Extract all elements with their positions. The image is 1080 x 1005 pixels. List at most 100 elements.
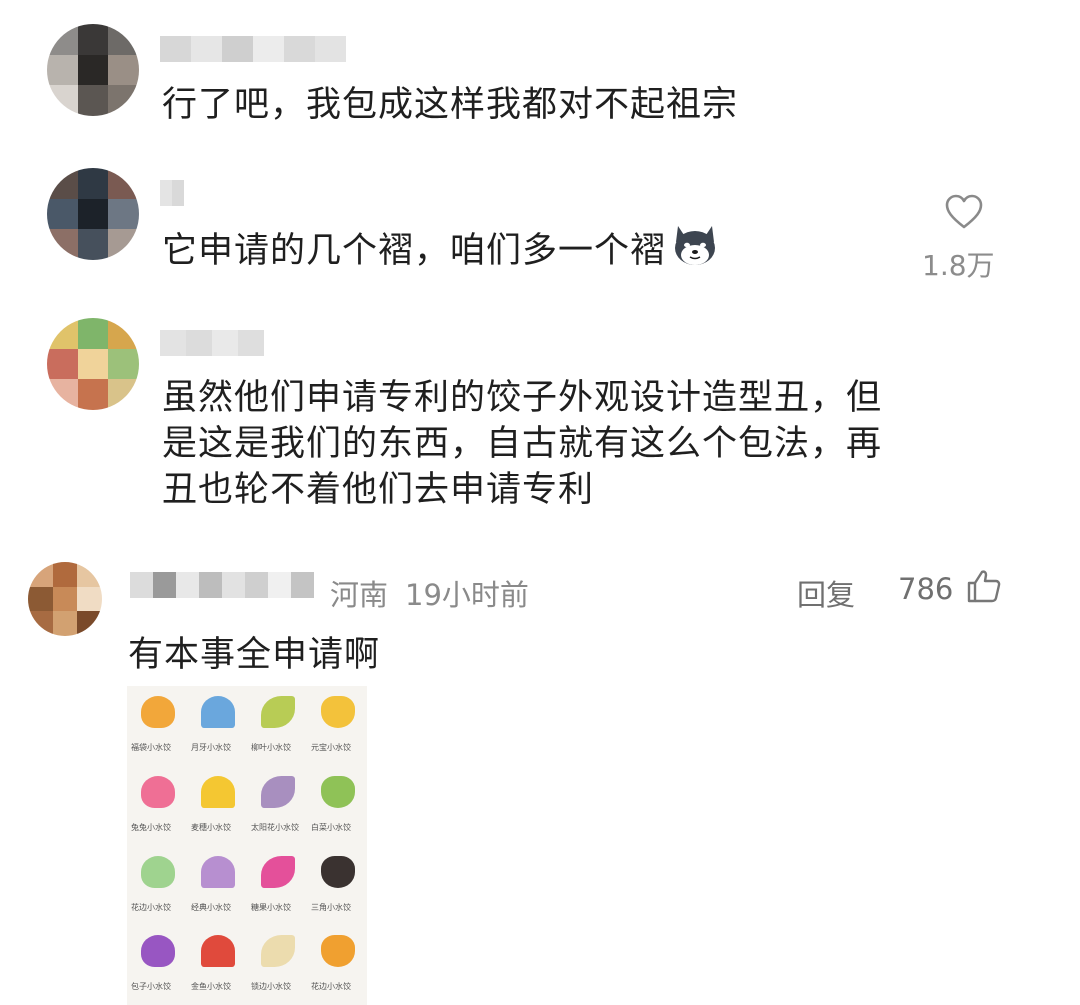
commenter-4-name-blurred[interactable] — [130, 572, 314, 598]
dumpling-shape — [141, 935, 175, 968]
commenter-1-avatar[interactable] — [47, 24, 139, 116]
avatar-pixel — [77, 229, 109, 260]
dumpling-shape — [261, 935, 295, 968]
dumpling-caption: 花边小水饺 — [311, 982, 351, 992]
avatar-pixel — [47, 168, 78, 199]
name-blur-block — [191, 36, 222, 62]
avatar-pixel — [28, 611, 53, 636]
dumpling-shape — [141, 775, 175, 808]
avatar-pixel — [108, 85, 139, 116]
name-blur-block — [160, 180, 172, 206]
avatar-pixel — [77, 379, 109, 410]
comment-4-text: 有本事全申请啊 — [128, 635, 381, 675]
dumpling-caption: 福袋小水饺 — [131, 743, 171, 752]
avatar-pixel — [108, 54, 139, 86]
dumpling-cell: 太阳花小水饺 — [247, 765, 307, 846]
avatar-pixel — [77, 198, 109, 230]
name-blur-block — [245, 572, 268, 598]
commenter-1-name-blurred[interactable] — [160, 36, 346, 62]
dumpling-cell: 花边小水饺 — [127, 845, 187, 926]
dumpling-caption: 糖果小水饺 — [251, 902, 291, 912]
dumpling-shape — [201, 775, 235, 808]
comment-3-text-line: 丑也轮不着他们去申请专利 — [162, 470, 595, 510]
commenter-3-name-blurred[interactable] — [160, 330, 264, 356]
name-blur-block — [222, 36, 253, 62]
like-count: 786 — [898, 572, 954, 606]
dumpling-cell: 白菜小水饺 — [307, 765, 367, 846]
commenter-4-avatar[interactable] — [28, 562, 102, 636]
avatar-pixel — [77, 586, 102, 612]
avatar-pixel — [47, 198, 78, 230]
avatar-pixel — [77, 168, 109, 199]
like-button[interactable] — [945, 194, 985, 234]
dumpling-cell: 柳叶小水饺 — [247, 686, 307, 766]
avatar-pixel — [28, 586, 53, 612]
name-blur-block — [160, 36, 191, 62]
avatar-pixel — [47, 229, 78, 260]
dumpling-shape — [321, 775, 355, 808]
avatar-pixel — [108, 229, 139, 260]
name-blur-block — [212, 330, 238, 356]
dumpling-cell: 元宝小水饺 — [307, 686, 367, 766]
comment-2-text-content: 它申请的几个褶，咱们多一个褶 — [162, 231, 667, 271]
avatar-pixel — [77, 54, 109, 86]
dumpling-caption: 金鱼小水饺 — [191, 982, 231, 992]
avatar-pixel — [108, 348, 139, 380]
dumpling-cell: 兔兔小水饺 — [127, 765, 187, 846]
dumpling-cell: 锁边小水饺 — [247, 925, 307, 1005]
dumpling-caption: 月牙小水饺 — [191, 743, 231, 752]
dumpling-cell: 福袋小水饺 — [127, 686, 187, 766]
avatar-pixel — [77, 348, 109, 380]
avatar-pixel — [52, 586, 78, 612]
dumpling-cell: 月牙小水饺 — [187, 686, 247, 766]
dumpling-shape — [141, 855, 175, 888]
avatar-pixel — [47, 54, 78, 86]
avatar-pixel — [108, 198, 139, 230]
name-blur-block — [253, 36, 284, 62]
dumpling-caption: 经典小水饺 — [191, 902, 231, 912]
dumpling-shape — [141, 696, 175, 728]
dumpling-shape — [201, 935, 235, 968]
avatar-pixel — [108, 379, 139, 410]
avatar-pixel — [47, 24, 78, 55]
dumpling-shape — [321, 855, 355, 888]
dumpling-caption: 白菜小水饺 — [311, 822, 351, 832]
commenter-2-avatar[interactable] — [47, 168, 139, 260]
commenter-3-avatar[interactable] — [47, 318, 139, 410]
dumpling-shape — [261, 775, 295, 808]
dumpling-cell: 经典小水饺 — [187, 845, 247, 926]
name-blur-block — [291, 572, 314, 598]
avatar-pixel — [77, 24, 109, 55]
reply-button[interactable]: 回复 — [797, 572, 855, 614]
name-blur-block — [222, 572, 245, 598]
dumpling-caption: 三角小水饺 — [311, 902, 351, 912]
name-blur-block — [130, 572, 153, 598]
name-blur-block — [186, 330, 212, 356]
avatar-pixel — [108, 24, 139, 55]
dumpling-caption: 花边小水饺 — [131, 902, 171, 912]
dumpling-styles-image[interactable]: 福袋小水饺 月牙小水饺 柳叶小水饺 元宝小水饺兔兔小水饺 麦穗小水饺 太阳花小水饺 白菜小水… — [127, 686, 367, 1005]
comment-1-text: 行了吧，我包成这样我都对不起祖宗 — [162, 85, 739, 125]
dumpling-shape — [201, 696, 235, 728]
name-blur-block — [153, 572, 176, 598]
dumpling-caption: 元宝小水饺 — [311, 743, 351, 752]
dumpling-caption: 兔兔小水饺 — [131, 822, 171, 832]
dumpling-cell: 金鱼小水饺 — [187, 925, 247, 1005]
commenter-2-name-blurred[interactable] — [160, 180, 184, 206]
dumpling-caption: 锁边小水饺 — [251, 982, 291, 992]
thumbs-up-outline-icon — [967, 570, 1001, 603]
name-blur-block — [199, 572, 222, 598]
dumpling-caption: 麦穗小水饺 — [191, 822, 231, 832]
comment-2-text: 它申请的几个褶，咱们多一个褶 — [162, 222, 720, 280]
dumpling-caption: 柳叶小水饺 — [251, 743, 291, 752]
name-blur-block — [176, 572, 199, 598]
dumpling-shape — [261, 855, 295, 888]
shiba-dog-emoji-icon — [670, 222, 720, 280]
dumpling-cell: 包子小水饺 — [127, 925, 187, 1005]
avatar-pixel — [77, 562, 102, 587]
avatar-pixel — [77, 85, 109, 116]
dumpling-cell: 花边小水饺 — [307, 925, 367, 1005]
comment-4-location: 河南 — [330, 578, 389, 612]
dumpling-shape — [261, 696, 295, 728]
like-button[interactable] — [966, 568, 1002, 608]
